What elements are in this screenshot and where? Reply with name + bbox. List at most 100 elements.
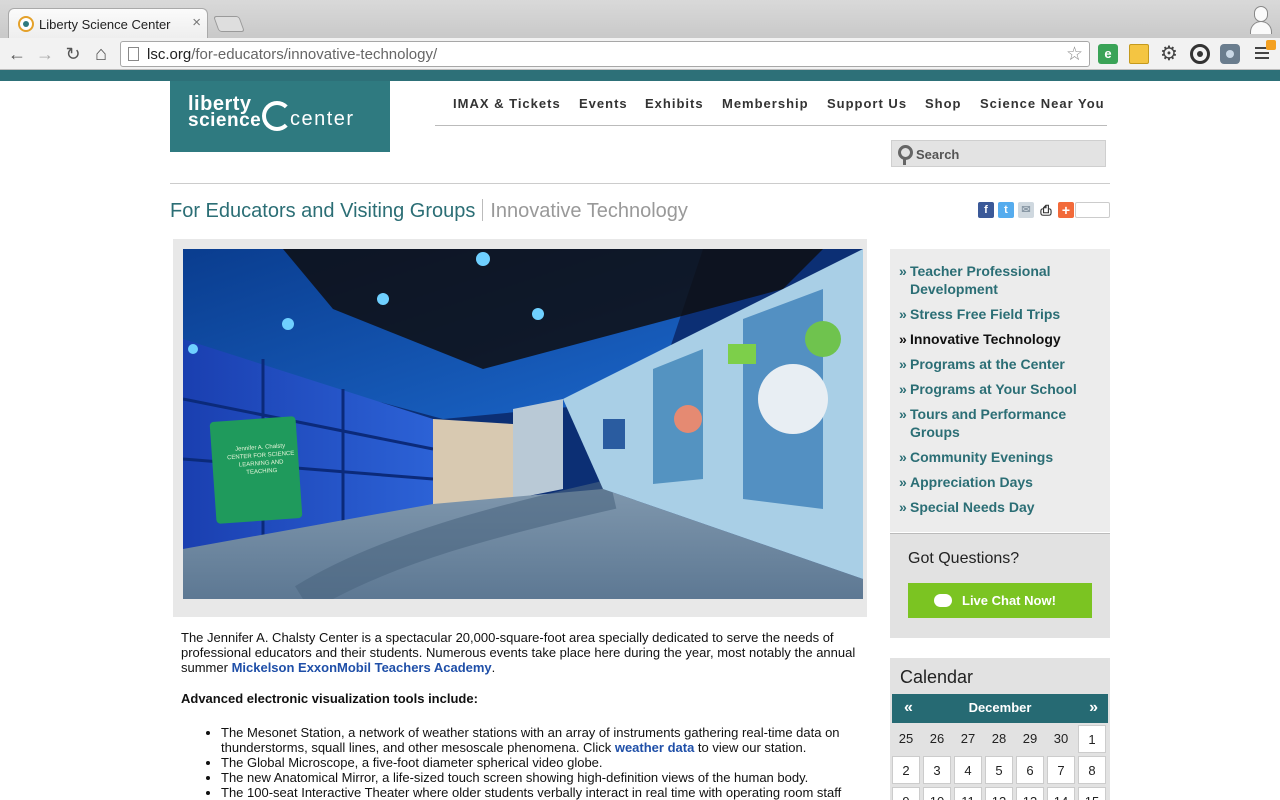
evernote-extension-icon[interactable]: e	[1098, 44, 1118, 64]
subnav-programs-at-the-center[interactable]: » Programs at the Center	[899, 355, 1099, 373]
calendar-day[interactable]: 1	[1078, 725, 1106, 753]
new-tab-button[interactable]	[213, 16, 245, 32]
nav-support-us[interactable]: Support Us	[827, 96, 907, 111]
calendar-day[interactable]: 2	[892, 756, 920, 784]
bullet1-end: to view our station.	[694, 740, 807, 755]
profile-avatar-icon[interactable]	[1246, 4, 1274, 34]
subnav-appreciation-days[interactable]: » Appreciation Days	[899, 473, 1099, 491]
subnav-innovative-technology[interactable]: » Innovative Technology	[899, 330, 1099, 348]
chrome-menu-icon[interactable]	[1252, 40, 1276, 64]
list-item: The Mesonet Station, a network of weathe…	[221, 725, 861, 755]
nav-shop[interactable]: Shop	[925, 96, 962, 111]
raquo-icon: »	[899, 406, 907, 422]
url-text[interactable]: lsc.org/for-educators/innovative-technol…	[147, 46, 437, 63]
nav-imax-tickets[interactable]: IMAX & Tickets	[453, 96, 561, 111]
update-badge-icon	[1266, 40, 1276, 50]
page-icon	[128, 47, 139, 61]
liberty-science-center-logo[interactable]: liberty science center	[170, 81, 390, 152]
questions-title: Got Questions?	[908, 550, 1020, 567]
subnav-label: Innovative Technology	[910, 331, 1061, 347]
raquo-icon: »	[899, 381, 907, 397]
subnav-stress-free-field-trips[interactable]: » Stress Free Field Trips	[899, 305, 1099, 323]
calendar-day[interactable]: 12	[985, 787, 1013, 800]
lsc-favicon-icon	[18, 16, 34, 32]
educators-subnav: » Teacher Professional Development » Stres…	[890, 249, 1110, 532]
raquo-icon: »	[899, 474, 907, 490]
folder-extension-icon[interactable]	[1129, 44, 1149, 64]
subnav-label: Teacher Professional Development	[910, 263, 1051, 297]
calendar-day[interactable]: 28	[985, 725, 1013, 753]
calendar-day[interactable]: 26	[923, 725, 951, 753]
nav-events[interactable]: Events	[579, 96, 628, 111]
logo-swirl-icon	[262, 101, 292, 131]
subnav-label: Appreciation Days	[910, 474, 1033, 490]
calendar-day[interactable]: 9	[892, 787, 920, 800]
bookmark-star-icon[interactable]: ☆	[1066, 43, 1083, 66]
browser-tab-bar: Liberty Science Center ×	[0, 0, 1280, 38]
forward-arrow-icon[interactable]: →	[34, 43, 56, 65]
circle-extension-icon[interactable]	[1190, 44, 1210, 64]
calendar-day[interactable]: 7	[1047, 756, 1075, 784]
chalsty-center-photo: Jennifer A. Chalsty CENTER FOR SCIENCE L…	[183, 249, 863, 599]
back-arrow-icon[interactable]: ←	[6, 43, 28, 65]
calendar-day[interactable]: 5	[985, 756, 1013, 784]
calendar-day[interactable]: 11	[954, 787, 982, 800]
tab-close-icon[interactable]: ×	[192, 14, 201, 31]
subnav-label: Stress Free Field Trips	[910, 306, 1061, 322]
teachers-academy-link[interactable]: Mickelson ExxonMobil Teachers Academy	[232, 660, 492, 675]
twitter-icon[interactable]: t	[998, 202, 1014, 218]
search-icon[interactable]	[896, 145, 913, 165]
site-top-bar	[0, 70, 1280, 81]
calendar-day[interactable]: 4	[954, 756, 982, 784]
calendar-next-icon[interactable]: »	[1089, 699, 1098, 717]
calendar-day[interactable]: 30	[1047, 725, 1075, 753]
menu-line	[1255, 57, 1269, 59]
page-title: For Educators and Visiting Groups Innovat…	[170, 199, 688, 223]
tab-title: Liberty Science Center	[39, 17, 171, 32]
subnav-teacher-professional-development[interactable]: » Teacher Professional Development	[899, 262, 1099, 298]
calendar-day[interactable]: 15	[1078, 787, 1106, 800]
gear-extension-icon[interactable]: ⚙	[1159, 44, 1179, 64]
calendar-month-bar: December « »	[892, 694, 1108, 723]
search-input[interactable]	[916, 144, 1096, 164]
calendar-day[interactable]: 3	[923, 756, 951, 784]
nav-membership[interactable]: Membership	[722, 96, 809, 111]
email-icon[interactable]: ✉	[1018, 202, 1034, 218]
calendar-day[interactable]: 14	[1047, 787, 1075, 800]
calendar-day[interactable]: 27	[954, 725, 982, 753]
logo-word-science: science	[188, 110, 262, 131]
subnav-label: Tours and Performance Groups	[910, 406, 1067, 440]
live-chat-button[interactable]: Live Chat Now!	[908, 583, 1092, 618]
print-icon[interactable]: ⎙	[1038, 202, 1054, 218]
list-item: The 100-seat Interactive Theater where o…	[221, 785, 861, 800]
camera-extension-icon[interactable]	[1220, 44, 1240, 64]
calendar-day[interactable]: 6	[1016, 756, 1044, 784]
subnav-programs-at-your-school[interactable]: » Programs at Your School	[899, 380, 1099, 398]
calendar-prev-icon[interactable]: «	[904, 699, 913, 717]
url-path: /for-educators/innovative-technology/	[191, 46, 438, 63]
subnav-tours-and-performance-groups[interactable]: » Tours and Performance Groups	[899, 405, 1099, 441]
avatar-body	[1250, 21, 1272, 34]
list-item: The Global Microscope, a five-foot diame…	[221, 755, 861, 770]
weather-data-link[interactable]: weather data	[615, 740, 694, 755]
home-icon[interactable]: ⌂	[90, 43, 112, 65]
breadcrumb-educators[interactable]: For Educators and Visiting Groups	[170, 200, 475, 222]
calendar-day[interactable]: 29	[1016, 725, 1044, 753]
tools-subhead: Advanced electronic visualization tools …	[181, 691, 478, 706]
nav-science-near-you[interactable]: Science Near You	[980, 96, 1105, 111]
raquo-icon: »	[899, 263, 907, 279]
nav-exhibits[interactable]: Exhibits	[645, 96, 704, 111]
site-search	[891, 140, 1106, 167]
subnav-community-evenings[interactable]: » Community Evenings	[899, 448, 1099, 466]
calendar-day[interactable]: 10	[923, 787, 951, 800]
browser-tab[interactable]: Liberty Science Center ×	[8, 8, 208, 38]
reload-icon[interactable]: ↻	[62, 43, 84, 65]
addthis-icon[interactable]: +	[1058, 202, 1074, 218]
facebook-icon[interactable]: f	[978, 202, 994, 218]
raquo-icon: »	[899, 499, 907, 515]
subnav-special-needs-day[interactable]: » Special Needs Day	[899, 498, 1099, 516]
calendar-day[interactable]: 13	[1016, 787, 1044, 800]
calendar-day[interactable]: 25	[892, 725, 920, 753]
address-bar[interactable]: lsc.org/for-educators/innovative-technol…	[120, 41, 1090, 67]
calendar-day[interactable]: 8	[1078, 756, 1106, 784]
